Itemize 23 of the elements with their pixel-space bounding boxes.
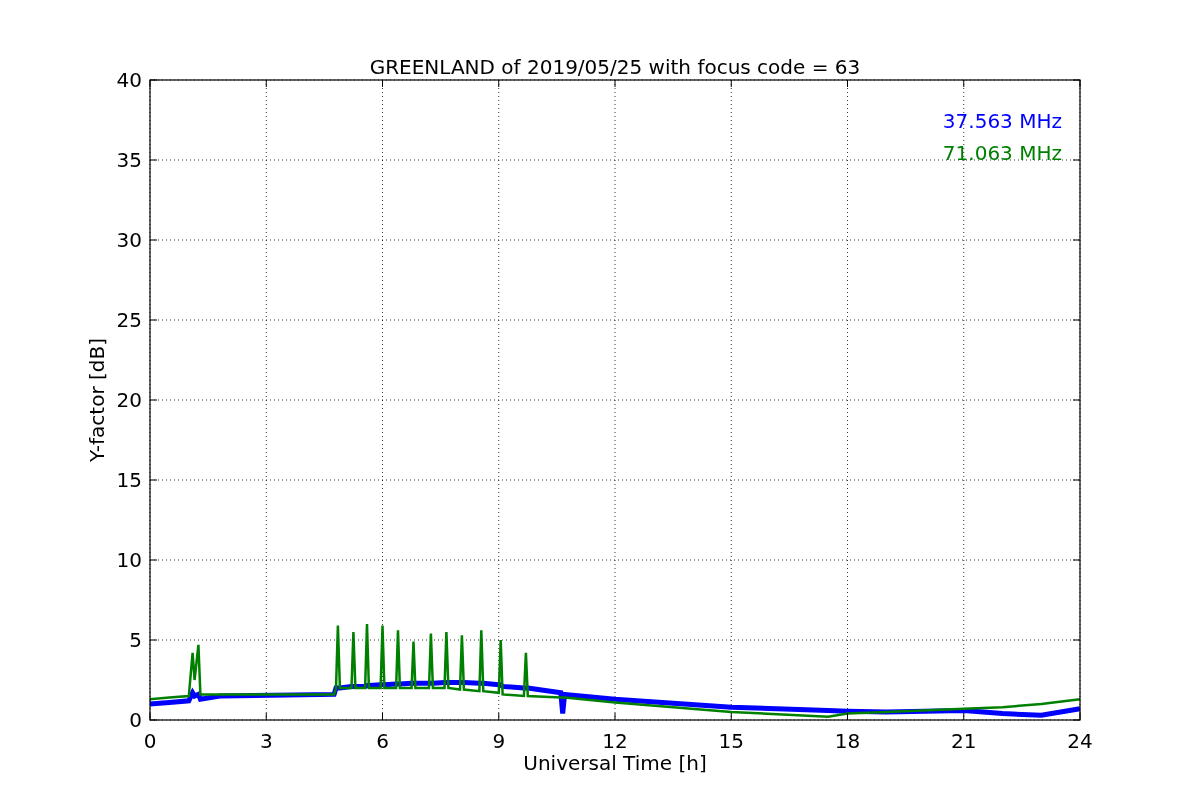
x-tick-label: 3 bbox=[259, 729, 273, 753]
x-tick-label: 21 bbox=[951, 729, 977, 753]
y-tick-label: 15 bbox=[116, 468, 142, 492]
x-tick-label: 15 bbox=[718, 729, 744, 753]
x-tick-label: 0 bbox=[143, 729, 157, 753]
x-tick-label: 24 bbox=[1067, 729, 1093, 753]
legend-label: 71.063 MHz bbox=[942, 141, 1062, 165]
x-axis-label: Universal Time [h] bbox=[523, 751, 707, 775]
legend-label: 37.563 MHz bbox=[942, 109, 1062, 133]
y-tick-label: 0 bbox=[129, 708, 142, 732]
x-tick-label: 6 bbox=[376, 729, 389, 753]
y-axis-label: Y-factor [dB] bbox=[85, 338, 109, 462]
x-tick-label: 9 bbox=[492, 729, 506, 753]
y-tick-label: 35 bbox=[116, 148, 142, 172]
y-tick-label: 30 bbox=[116, 228, 142, 252]
chart-title: GREENLAND of 2019/05/25 with focus code = 63 bbox=[369, 55, 861, 79]
x-tick-label: 18 bbox=[834, 729, 861, 753]
x-tick-label: 12 bbox=[602, 729, 628, 753]
y-tick-label: 10 bbox=[116, 548, 142, 572]
y-tick-label: 20 bbox=[116, 388, 142, 412]
y-tick-label: 5 bbox=[129, 628, 142, 652]
y-tick-label: 40 bbox=[116, 68, 142, 92]
y-tick-label: 25 bbox=[116, 308, 142, 332]
